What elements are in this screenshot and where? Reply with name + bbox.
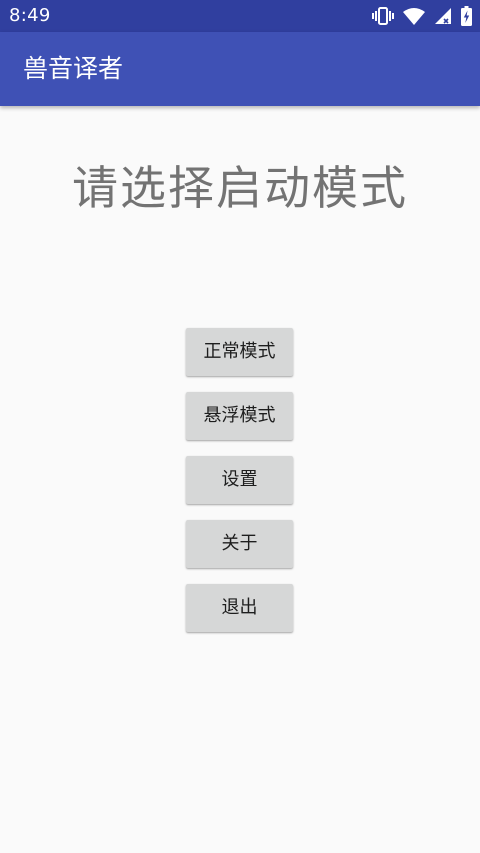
app-screen: 8:49 兽音译者 请选择启动模式 正常模式 悬浮模式 设置 关于 退出 <box>0 0 480 853</box>
mode-menu: 正常模式 悬浮模式 设置 关于 退出 <box>186 328 294 648</box>
exit-button[interactable]: 退出 <box>186 584 293 632</box>
settings-button[interactable]: 设置 <box>186 456 293 504</box>
floating-mode-button[interactable]: 悬浮模式 <box>186 392 293 440</box>
app-bar: 兽音译者 <box>0 32 480 106</box>
page-heading: 请选择启动模式 <box>72 161 408 215</box>
wifi-icon <box>403 7 425 25</box>
status-time: 8:49 <box>9 5 51 26</box>
cellular-signal-icon <box>434 7 452 25</box>
app-title: 兽音译者 <box>23 54 124 83</box>
status-icons <box>372 6 472 26</box>
battery-charging-icon <box>461 6 472 26</box>
vibrate-icon <box>372 7 394 25</box>
about-button[interactable]: 关于 <box>186 520 293 568</box>
normal-mode-button[interactable]: 正常模式 <box>186 328 293 376</box>
status-bar: 8:49 <box>0 0 480 32</box>
